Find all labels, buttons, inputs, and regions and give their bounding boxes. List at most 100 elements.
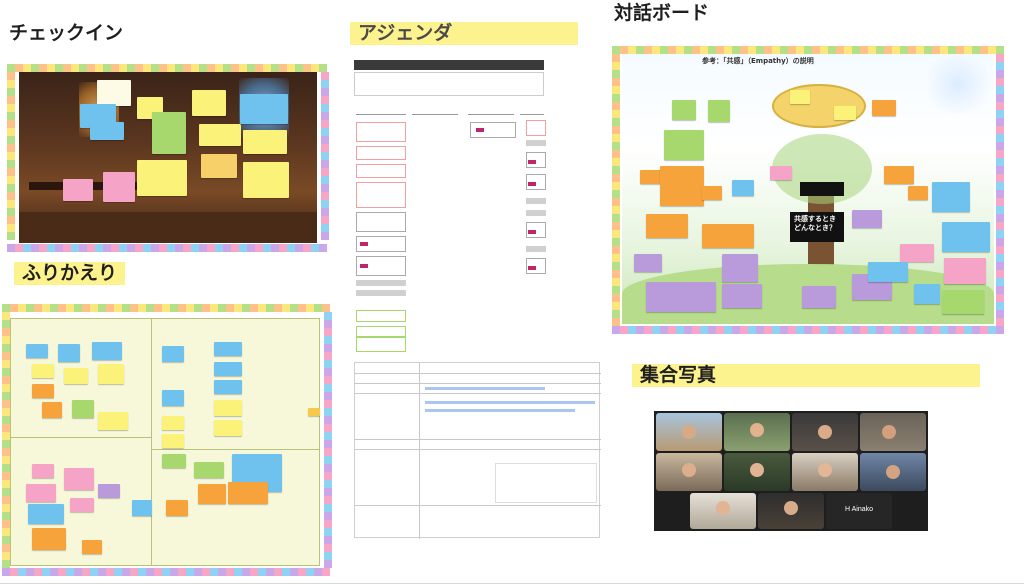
sticky-note[interactable]: [32, 364, 54, 378]
sticky-note[interactable]: [914, 284, 940, 304]
sticky-note[interactable]: [672, 100, 696, 120]
sticky-note[interactable]: [732, 180, 754, 196]
kanban-card[interactable]: [526, 198, 546, 204]
sticky-note[interactable]: [98, 484, 120, 498]
video-call-grid[interactable]: H Ainako: [654, 411, 928, 531]
kanban-card[interactable]: [526, 210, 546, 216]
participant-video-tile[interactable]: [724, 453, 790, 491]
kanban-card[interactable]: [356, 122, 406, 142]
sticky-note[interactable]: [708, 100, 730, 122]
participant-video-tile[interactable]: [656, 453, 722, 491]
participant-video-tile[interactable]: [656, 413, 722, 451]
sticky-note[interactable]: [72, 400, 94, 418]
participant-name-tile[interactable]: H Ainako: [826, 493, 892, 529]
dialogue-board[interactable]: 参考：「共感」（Empathy）の説明 共感するとき どんなとき？: [612, 46, 1004, 334]
kanban-card[interactable]: [526, 120, 546, 136]
kanban-card[interactable]: [356, 326, 406, 338]
link-line[interactable]: [425, 387, 545, 390]
sticky-note[interactable]: [198, 484, 226, 504]
sticky-note[interactable]: [103, 172, 135, 202]
link-line[interactable]: [425, 409, 575, 412]
sticky-note[interactable]: [162, 390, 184, 406]
sticky-note[interactable]: [228, 482, 268, 504]
tree-question-box[interactable]: 共感するとき どんなとき？: [790, 212, 844, 242]
sticky-note[interactable]: [722, 254, 758, 282]
sticky-note[interactable]: [214, 342, 242, 356]
sticky-note[interactable]: [162, 434, 184, 448]
sticky-note[interactable]: [32, 464, 54, 478]
sticky-note[interactable]: [166, 500, 188, 516]
sticky-note[interactable]: [192, 90, 226, 116]
participant-video-tile[interactable]: [724, 413, 790, 451]
sticky-note[interactable]: [214, 420, 242, 436]
sticky-note[interactable]: [32, 384, 54, 398]
agenda-document[interactable]: [352, 52, 546, 352]
sticky-note[interactable]: [28, 504, 64, 524]
sticky-note[interactable]: [132, 500, 152, 516]
sticky-note[interactable]: [64, 368, 88, 384]
checkin-board[interactable]: [7, 64, 329, 252]
kanban-card[interactable]: [356, 212, 406, 232]
sticky-note[interactable]: [944, 258, 986, 284]
sticky-note[interactable]: [243, 162, 289, 198]
sticky-note[interactable]: [137, 160, 187, 196]
kanban-card[interactable]: [526, 140, 546, 146]
dark-label-box[interactable]: [800, 182, 844, 196]
sticky-note[interactable]: [722, 284, 762, 308]
sticky-note[interactable]: [790, 90, 810, 104]
participant-video-tile[interactable]: [758, 493, 824, 529]
sticky-note[interactable]: [199, 124, 241, 146]
sticky-note[interactable]: [932, 182, 970, 212]
sticky-note[interactable]: [90, 122, 124, 140]
sticky-note[interactable]: [243, 130, 287, 154]
sticky-note[interactable]: [240, 94, 288, 124]
kanban-card[interactable]: [356, 182, 406, 208]
sticky-note[interactable]: [942, 222, 990, 252]
sticky-note[interactable]: [634, 254, 662, 272]
sticky-note[interactable]: [162, 454, 186, 468]
sticky-note[interactable]: [58, 344, 80, 362]
sticky-note[interactable]: [194, 462, 224, 478]
sticky-note[interactable]: [152, 112, 186, 154]
kanban-card[interactable]: [356, 164, 406, 178]
kanban-card[interactable]: [356, 336, 406, 352]
sticky-note[interactable]: [308, 408, 320, 416]
participant-video-tile[interactable]: [860, 453, 926, 491]
sticky-note[interactable]: [162, 346, 184, 362]
sticky-note[interactable]: [162, 416, 184, 430]
sticky-note[interactable]: [42, 402, 62, 418]
sticky-note[interactable]: [32, 528, 66, 550]
sticky-note[interactable]: [64, 468, 94, 490]
sticky-note[interactable]: [214, 380, 242, 394]
kanban-card[interactable]: [356, 310, 406, 322]
sticky-note[interactable]: [884, 166, 914, 184]
sticky-note[interactable]: [63, 179, 93, 201]
sticky-note[interactable]: [702, 186, 722, 200]
sticky-note[interactable]: [70, 498, 94, 512]
sticky-note[interactable]: [201, 154, 237, 178]
sticky-note[interactable]: [908, 186, 928, 200]
sticky-note[interactable]: [26, 344, 48, 358]
sticky-note[interactable]: [802, 286, 836, 308]
participant-video-tile[interactable]: [690, 493, 756, 529]
sticky-note[interactable]: [942, 290, 984, 314]
link-line[interactable]: [425, 401, 595, 404]
sticky-note[interactable]: [664, 130, 704, 160]
sticky-note[interactable]: [97, 80, 131, 106]
participant-video-tile[interactable]: [792, 453, 858, 491]
reflection-board[interactable]: [2, 304, 332, 576]
sticky-note[interactable]: [702, 224, 754, 248]
sticky-note[interactable]: [868, 262, 908, 282]
kanban-card[interactable]: [356, 280, 406, 286]
sticky-note[interactable]: [872, 100, 896, 116]
info-table[interactable]: [354, 362, 601, 539]
sticky-note[interactable]: [26, 484, 56, 502]
sticky-note[interactable]: [82, 540, 102, 554]
sticky-note[interactable]: [660, 166, 704, 206]
sticky-note[interactable]: [834, 106, 856, 120]
sticky-note[interactable]: [900, 244, 934, 262]
sticky-note[interactable]: [214, 362, 242, 376]
sticky-note[interactable]: [852, 210, 882, 228]
kanban-card[interactable]: [356, 290, 406, 296]
kanban-card[interactable]: [356, 146, 406, 160]
